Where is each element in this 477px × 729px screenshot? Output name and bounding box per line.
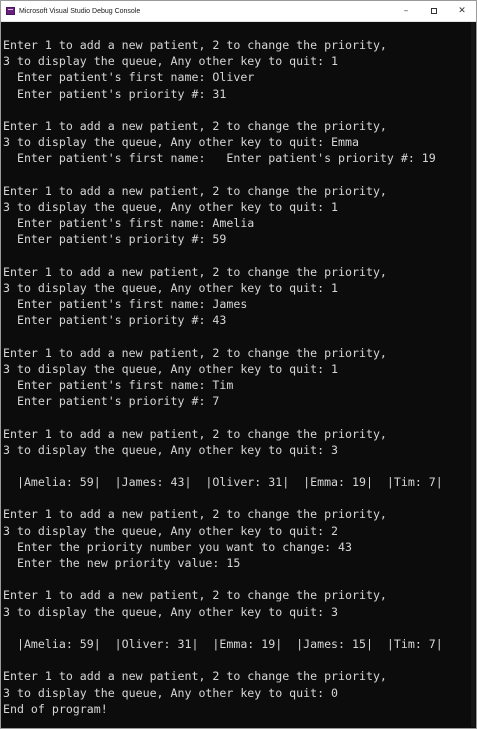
console-line: 3 to display the queue, Any other key to… [3, 280, 339, 295]
console-line: Enter patient's first name: Enter patien… [3, 151, 436, 166]
console-line: 3 to display the queue, Any other key to… [3, 135, 359, 150]
console-line: Enter 1 to add a new patient, 2 to chang… [3, 183, 387, 198]
console-line: 3 to display the queue, Any other key to… [3, 361, 339, 376]
console-line: 3 to display the queue, Any other key to… [3, 685, 339, 700]
console-line: Enter patient's priority #: 7 [3, 394, 220, 409]
console-line: Enter 1 to add a new patient, 2 to chang… [3, 426, 387, 441]
console-line: 3 to display the queue, Any other key to… [3, 54, 339, 69]
close-button[interactable]: ✕ [448, 1, 476, 21]
window-controls: – ✕ [392, 1, 476, 21]
console-line: Enter patient's priority #: 31 [3, 86, 227, 101]
console-line: Enter 1 to add a new patient, 2 to chang… [3, 588, 387, 603]
console-line: 3 to display the queue, Any other key to… [3, 604, 339, 619]
console-line: Enter 1 to add a new patient, 2 to chang… [3, 38, 387, 52]
console-line: Enter the priority number you want to ch… [3, 539, 353, 554]
console-line: Enter 1 to add a new patient, 2 to chang… [3, 669, 387, 684]
console-line: Enter 1 to add a new patient, 2 to chang… [3, 118, 387, 133]
console-line: |Amelia: 59| |James: 43| |Oliver: 31| |E… [3, 475, 443, 490]
console-line: Enter the new priority value: 15 [3, 556, 241, 570]
console-line: Enter patient's first name: Amelia [3, 216, 255, 231]
console-line: 3 to display the queue, Any other key to… [3, 199, 339, 214]
window-title: Microsoft Visual Studio Debug Console [19, 7, 141, 15]
close-icon: ✕ [458, 6, 466, 16]
vertical-scrollbar[interactable] [471, 22, 475, 727]
maximize-button[interactable] [420, 1, 448, 21]
console-line: End of program! [3, 701, 108, 716]
maximize-icon [431, 8, 437, 14]
console-line: Enter patient's first name: James [3, 297, 248, 311]
console-line: Enter 1 to add a new patient, 2 to chang… [3, 507, 387, 522]
visual-studio-icon [6, 7, 15, 15]
minimize-icon: – [403, 6, 409, 16]
console-line: Enter patient's priority #: 59 [3, 232, 227, 247]
console-line: Enter patient's first name: Oliver [3, 70, 255, 85]
console-line: Enter patient's priority #: 43 [3, 313, 227, 328]
minimize-button[interactable]: – [392, 1, 420, 21]
console-output[interactable]: Enter 1 to add a new patient, 2 to chang… [2, 23, 472, 726]
console-line: 3 to display the queue, Any other key to… [3, 523, 339, 538]
console-line: Enter patient's first name: Tim [3, 377, 234, 392]
debug-console-window: Microsoft Visual Studio Debug Console – … [0, 0, 477, 729]
console-line: 3 to display the queue, Any other key to… [3, 442, 339, 457]
title-bar[interactable]: Microsoft Visual Studio Debug Console – … [1, 1, 476, 22]
console-line: Enter 1 to add a new patient, 2 to chang… [3, 264, 387, 279]
console-line: |Amelia: 59| |Oliver: 31| |Emma: 19| |Ja… [3, 636, 443, 651]
console-line: Enter 1 to add a new patient, 2 to chang… [3, 345, 387, 360]
